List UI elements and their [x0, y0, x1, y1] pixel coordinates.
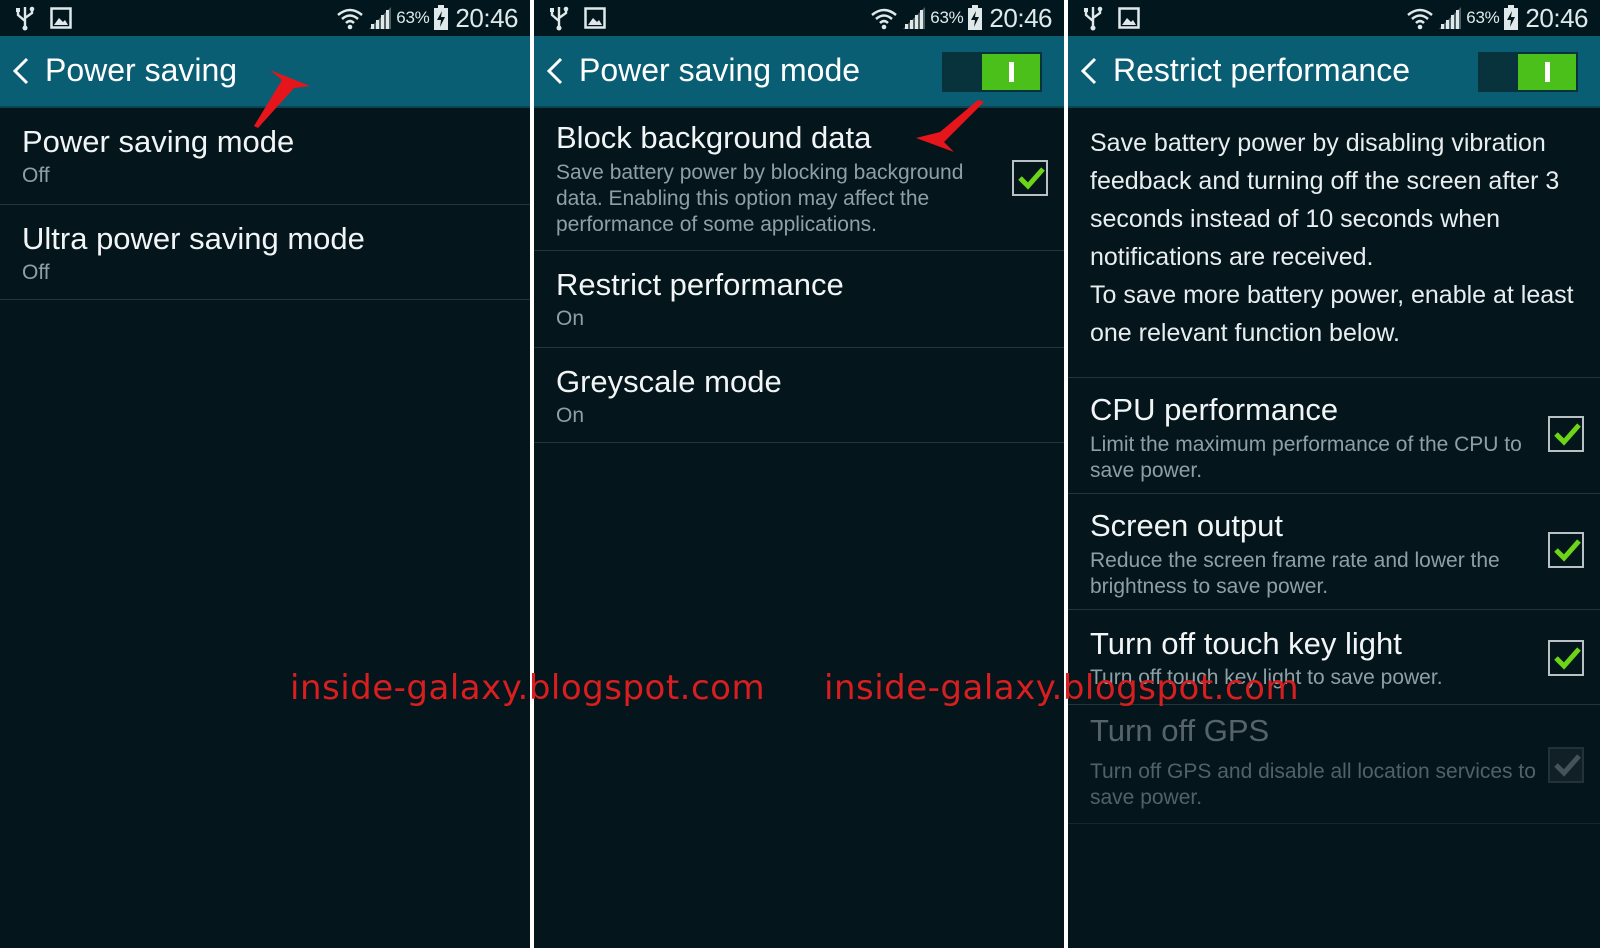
screen-output-checkbox[interactable]: [1548, 532, 1584, 568]
restrict-performance-description: Save battery power by disabling vibratio…: [1090, 129, 1574, 347]
gallery-icon: [584, 7, 606, 29]
list-item-restrict-performance[interactable]: Restrict performance On: [534, 251, 1064, 348]
red-arrow-icon: [916, 100, 984, 152]
list-item-greyscale-mode[interactable]: Greyscale mode On: [534, 348, 1064, 443]
item-summary: Reduce the screen frame rate and lower t…: [1090, 549, 1500, 598]
signal-icon: [369, 7, 392, 29]
watermark: inside-galaxy.blogspot.com: [824, 668, 1300, 708]
screen-restrict-performance: 63% 20:46 Restrict performance Save batt…: [1068, 0, 1600, 948]
turn-off-gps-checkbox: [1548, 747, 1584, 783]
battery-charging-icon: [1504, 5, 1519, 30]
item-title: Turn off touch key light: [1090, 626, 1402, 661]
description-block: Save battery power by disabling vibratio…: [1068, 108, 1600, 378]
signal-icon: [1439, 7, 1462, 29]
screen-power-saving: 63% 20:46 Power saving Power saving mode…: [0, 0, 530, 948]
item-summary: Limit the maximum performance of the CPU…: [1090, 433, 1522, 482]
touch-key-light-checkbox[interactable]: [1548, 640, 1584, 676]
battery-charging-icon: [434, 5, 449, 30]
status-bar: 63% 20:46: [0, 0, 530, 36]
item-summary: Turn off GPS and disable all location se…: [1090, 760, 1536, 809]
checkmark-icon: [1554, 647, 1581, 670]
battery-percent: 63%: [930, 8, 964, 27]
page-title: Power saving: [45, 52, 238, 88]
status-time: 20:46: [1525, 2, 1588, 33]
back-chevron-icon[interactable]: [1078, 56, 1100, 86]
item-title: CPU performance: [1090, 392, 1339, 427]
item-summary: Off: [22, 164, 50, 187]
list-item-turn-off-gps: Turn off GPS Turn off GPS and disable al…: [1068, 705, 1600, 824]
switch-knob: [1518, 54, 1576, 90]
status-time: 20:46: [989, 2, 1052, 33]
checkmark-icon: [1554, 539, 1581, 562]
list-item-ultra-power-saving-mode[interactable]: Ultra power saving mode Off: [0, 205, 530, 300]
battery-charging-icon: [968, 5, 983, 30]
status-bar: 63% 20:46: [1068, 0, 1600, 36]
item-summary: Save battery power by blocking backgroun…: [556, 161, 964, 236]
item-title: Screen output: [1090, 508, 1284, 543]
status-time: 20:46: [455, 2, 518, 33]
status-bar: 63% 20:46: [534, 0, 1064, 36]
battery-percent: 63%: [1466, 8, 1500, 27]
checkmark-icon: [1554, 754, 1581, 777]
back-chevron-icon[interactable]: [10, 56, 32, 86]
watermark: inside-galaxy.blogspot.com: [290, 668, 766, 708]
item-summary: On: [556, 404, 585, 427]
item-title: Turn off GPS: [1090, 713, 1270, 748]
wifi-icon: [337, 8, 364, 30]
signal-icon: [903, 7, 926, 29]
item-summary: On: [556, 307, 585, 330]
master-switch[interactable]: [1478, 52, 1578, 92]
page-title: Power saving mode: [579, 52, 861, 88]
gallery-icon: [1118, 7, 1140, 29]
item-title: Restrict performance: [556, 267, 844, 302]
wifi-icon: [1407, 8, 1434, 30]
list-item-cpu-performance[interactable]: CPU performance Limit the maximum perfor…: [1068, 378, 1600, 494]
master-switch[interactable]: [942, 52, 1042, 92]
app-bar: Restrict performance: [1068, 36, 1600, 108]
red-arrow-icon: [254, 70, 310, 128]
cpu-performance-checkbox[interactable]: [1548, 416, 1584, 452]
usb-icon: [16, 6, 35, 31]
screen-power-saving-mode: 63% 20:46 Power saving mode Block backgr…: [534, 0, 1064, 948]
battery-percent: 63%: [396, 8, 430, 27]
block-background-data-checkbox[interactable]: [1012, 160, 1048, 196]
switch-knob: [982, 54, 1040, 90]
item-title: Greyscale mode: [556, 364, 782, 399]
item-summary: Off: [22, 261, 50, 284]
wifi-icon: [871, 8, 898, 30]
usb-icon: [550, 6, 569, 31]
item-title: Ultra power saving mode: [22, 221, 365, 256]
page-title: Restrict performance: [1113, 52, 1410, 88]
list-item-screen-output[interactable]: Screen output Reduce the screen frame ra…: [1068, 494, 1600, 610]
checkmark-icon: [1554, 423, 1581, 446]
back-chevron-icon[interactable]: [544, 56, 566, 86]
usb-icon: [1084, 6, 1103, 31]
gallery-icon: [50, 7, 72, 29]
item-title: Block background data: [556, 120, 872, 155]
checkmark-icon: [1018, 167, 1045, 190]
